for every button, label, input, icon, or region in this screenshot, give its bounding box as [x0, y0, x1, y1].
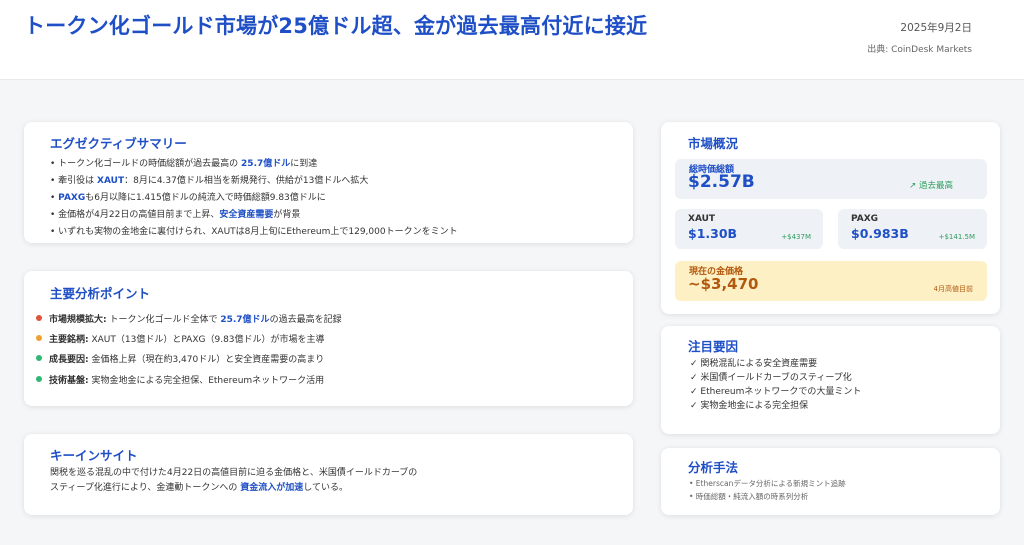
market-overview-title: 市場概況 — [688, 136, 739, 151]
key-insight-title: キーインサイト — [50, 448, 138, 463]
total-market-cap-box: 総時価総額 $2.57B ↗ 過去最高 — [675, 159, 987, 199]
factor-item: ✓ 米国債イールドカーブのスティープ化 — [690, 373, 852, 383]
green-dot-icon — [36, 376, 42, 382]
methodology-card: 分析手法 • Etherscanデータ分析による新規ミント追跡 • 時価総額・純… — [661, 448, 1000, 515]
xaut-change: +$437M — [781, 233, 811, 241]
summary-bullet-3: • PAXGも6月以降に1.415億ドルの純流入で時価総額9.83億ドルに — [50, 193, 326, 203]
paxg-label: PAXG — [851, 214, 879, 224]
analysis-points-card: 主要分析ポイント 市場規模拡大: トークン化ゴールド全体で 25.7億ドルの過去… — [24, 271, 633, 406]
highlight-market-cap: 25.7億ドル — [241, 159, 291, 169]
key-insight-card: キーインサイト 関税を巡る混乱の中で付けた4月22日の高値目前に迫る金価格と、米… — [24, 434, 633, 515]
xaut-value: $1.30B — [688, 226, 738, 241]
highlight-xaut: XAUT — [97, 176, 125, 186]
green-dot-icon — [36, 355, 42, 361]
orange-dot-icon — [36, 335, 42, 341]
xaut-box: XAUT $1.30B +$437M — [675, 209, 823, 249]
summary-bullet-5: • いずれも実物の金地金に裏付けられ、XAUTは8月上旬にEthereum上で1… — [50, 227, 458, 237]
highlight-inflow: 資金流入が加速 — [240, 483, 304, 493]
watch-factors-card: 注目要因 ✓ 関税混乱による安全資産需要 ✓ 米国債イールドカーブのスティープ化… — [661, 326, 1000, 434]
all-time-high-badge: ↗ 過去最高 — [909, 181, 953, 191]
source-credit: 出典: CoinDesk Markets — [867, 45, 972, 55]
highlight-safe-asset: 安全資産需要 — [219, 210, 274, 220]
insight-line-2: スティープ化進行により、金連動トークンへの 資金流入が加速している。 — [50, 483, 348, 493]
analysis-points-title: 主要分析ポイント — [50, 286, 151, 301]
highlight-paxg: PAXG — [58, 193, 86, 203]
factor-item: ✓ 関税混乱による安全資産需要 — [690, 359, 818, 369]
paxg-change: +$141.5M — [938, 233, 975, 241]
methodology-title: 分析手法 — [688, 460, 739, 475]
market-overview-card: 市場概況 総時価総額 $2.57B ↗ 過去最高 XAUT $1.30B +$4… — [661, 122, 1000, 314]
paxg-box: PAXG $0.983B +$141.5M — [838, 209, 987, 249]
xaut-label: XAUT — [688, 214, 716, 224]
analysis-point-2: 主要銘柄: XAUT（13億ドル）とPAXG（9.83億ドル）が市場を主導 — [36, 332, 325, 345]
analysis-point-1: 市場規模拡大: トークン化ゴールド全体で 25.7億ドルの過去最高を記録 — [36, 312, 342, 325]
method-item: • Etherscanデータ分析による新規ミント追跡 — [689, 479, 846, 488]
summary-bullet-1: • トークン化ゴールドの時価総額が過去最高の 25.7億ドルに到達 — [50, 159, 318, 169]
publish-date: 2025年9月2日 — [900, 22, 972, 34]
summary-bullet-2: • 牽引役は XAUT：8月に4.37億ドル相当を新規発行、供給が13億ドルへ拡… — [50, 176, 369, 186]
red-dot-icon — [36, 315, 42, 321]
factor-item: ✓ Ethereumネットワークでの大量ミント — [690, 387, 862, 397]
analysis-point-4: 技術基盤: 実物金地金による完全担保、Ethereumネットワーク活用 — [36, 373, 324, 386]
page-title: トークン化ゴールド市場が25億ドル超、金が過去最高付近に接近 — [24, 14, 648, 38]
insight-line-1: 関税を巡る混乱の中で付けた4月22日の高値目前に迫る金価格と、米国債イールドカー… — [50, 468, 418, 478]
executive-summary-card: エグゼクティブサマリー • トークン化ゴールドの時価総額が過去最高の 25.7億… — [24, 122, 633, 243]
method-item: • 時価総額・純流入額の時系列分析 — [689, 492, 809, 501]
factor-item: ✓ 実物金地金による完全担保 — [690, 401, 809, 411]
total-market-cap-value: $2.57B — [688, 172, 755, 192]
executive-summary-title: エグゼクティブサマリー — [50, 136, 187, 151]
page-header: トークン化ゴールド市場が25億ドル超、金が過去最高付近に接近 2025年9月2日… — [0, 0, 1024, 80]
gold-price-note: 4月高値目前 — [933, 285, 973, 293]
gold-price-value: ~$3,470 — [688, 275, 759, 293]
summary-bullet-4: • 金価格が4月22日の高値目前まで上昇、安全資産需要が背景 — [50, 210, 301, 220]
watch-factors-title: 注目要因 — [688, 339, 739, 354]
analysis-point-3: 成長要因: 金価格上昇（現在約3,470ドル）と安全資産需要の高まり — [36, 352, 324, 365]
gold-price-box: 現在の金価格 ~$3,470 4月高値目前 — [675, 261, 987, 301]
paxg-value: $0.983B — [851, 226, 909, 241]
